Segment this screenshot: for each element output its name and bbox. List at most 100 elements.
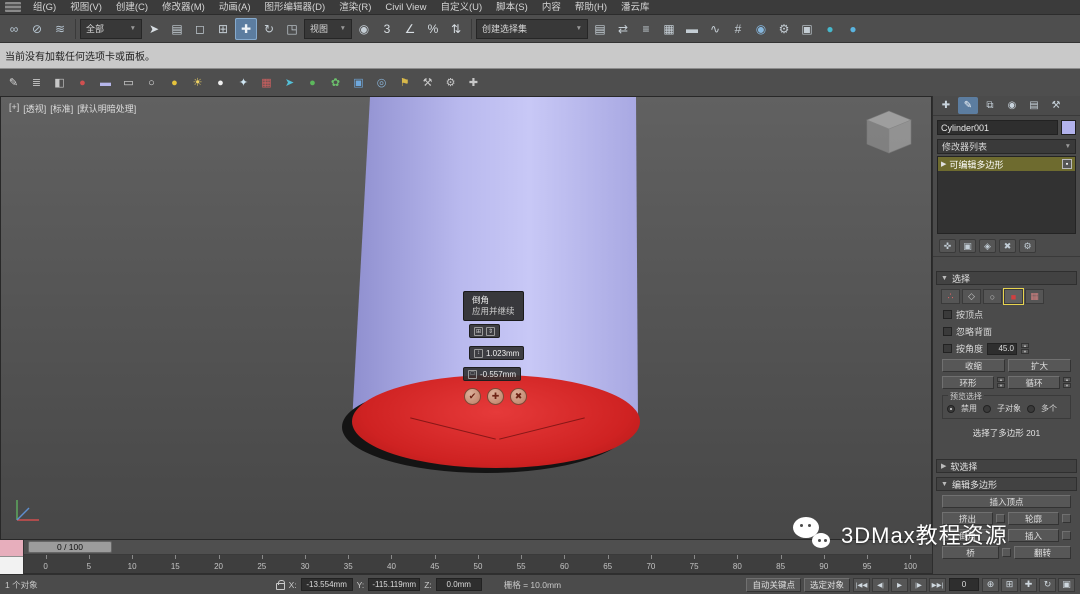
viewport-renderer-label[interactable]: [标准] xyxy=(50,102,73,115)
maximize-viewport-icon[interactable]: ▣ xyxy=(1058,578,1075,592)
ribbon-toggle-icon[interactable]: ▬ xyxy=(681,18,703,40)
by-vertex-checkbox[interactable] xyxy=(943,310,952,319)
inset-settings-button[interactable] xyxy=(1062,531,1071,540)
render-iterative-icon[interactable]: ● xyxy=(842,18,864,40)
menu-item[interactable]: 脚本(S) xyxy=(489,0,535,15)
selection-lock-icon[interactable] xyxy=(276,583,285,590)
tab-create[interactable]: ✚ xyxy=(936,97,956,114)
timeline-tick[interactable]: 0 xyxy=(24,555,67,573)
reference-coordinate-dropdown[interactable]: 视图▼ xyxy=(304,19,352,39)
angle-value-field[interactable]: 45.0 xyxy=(987,343,1017,355)
preview-disable-radio[interactable] xyxy=(947,405,955,413)
menu-item[interactable]: 修改器(M) xyxy=(155,0,212,15)
border-subobject-icon[interactable]: ○ xyxy=(983,289,1002,304)
menu-item[interactable]: 帮助(H) xyxy=(568,0,614,15)
menu-item[interactable]: 自定义(U) xyxy=(433,0,489,15)
percent-snap-icon[interactable]: % xyxy=(422,18,444,40)
mini-listener-macro-row[interactable] xyxy=(0,540,23,557)
angle-snap-icon[interactable]: ∠ xyxy=(399,18,421,40)
timeline-tick[interactable]: 100 xyxy=(889,555,932,573)
gear-icon[interactable]: ⚙ xyxy=(440,72,461,93)
make-unique-icon[interactable]: ◈ xyxy=(979,239,996,253)
object-name-field[interactable]: Cylinder001 xyxy=(937,120,1058,135)
window-crossing-icon[interactable]: ⊞ xyxy=(212,18,234,40)
current-frame-field[interactable]: 0 xyxy=(949,578,979,591)
timeline-tick[interactable]: 15 xyxy=(154,555,197,573)
bevel-type-control[interactable]: ⊞ ⇕ xyxy=(469,324,500,338)
viewport-menu-button[interactable]: [+] xyxy=(9,102,19,115)
render-production-icon[interactable]: ● xyxy=(819,18,841,40)
timeline-tick[interactable]: 55 xyxy=(500,555,543,573)
edge-subobject-icon[interactable]: ◇ xyxy=(962,289,981,304)
maxscript-mini-listener[interactable] xyxy=(0,540,24,574)
timeline-tick[interactable]: 75 xyxy=(673,555,716,573)
tab-modify[interactable]: ✎ xyxy=(958,97,978,114)
mirror-icon[interactable]: ⇄ xyxy=(612,18,634,40)
vertex-subobject-icon[interactable]: ∴ xyxy=(941,289,960,304)
timeline-tick[interactable]: 90 xyxy=(802,555,845,573)
menu-item[interactable]: 潘云库 xyxy=(614,0,657,15)
tab-display[interactable]: ▤ xyxy=(1024,97,1044,114)
remove-modifier-icon[interactable]: ✖ xyxy=(999,239,1016,253)
timeline-tick[interactable]: 10 xyxy=(110,555,153,573)
half-square-icon[interactable]: ◧ xyxy=(49,72,70,93)
viewport-canvas[interactable]: [+] [透视] [标准] [默认明暗处理] 倒角 应用并继续 ⊞ ⇕ ↕ 1.… xyxy=(0,96,932,540)
ignore-backfacing-checkbox[interactable] xyxy=(943,327,952,336)
select-object-icon[interactable]: ➤ xyxy=(143,18,165,40)
soft-selection-rollout-header[interactable]: ▶ 软选择 xyxy=(936,459,1077,473)
timeline-tick[interactable]: 45 xyxy=(413,555,456,573)
box-blue-icon[interactable]: ▣ xyxy=(348,72,369,93)
timeline-tick[interactable]: 20 xyxy=(197,555,240,573)
ring-button[interactable]: 环形 xyxy=(942,376,994,389)
play-button[interactable]: ▶ xyxy=(891,578,908,592)
arrow-teal-icon[interactable]: ➤ xyxy=(279,72,300,93)
modifier-list-dropdown[interactable]: 修改器列表 ▼ xyxy=(937,139,1076,154)
timeline-tick[interactable]: 50 xyxy=(456,555,499,573)
caddy-cancel-button[interactable]: ✖ xyxy=(510,388,527,405)
flip-button[interactable]: 翻转 xyxy=(1014,546,1071,559)
selection-filter-dropdown[interactable]: 全部▼ xyxy=(80,19,142,39)
timeline-tick[interactable]: 85 xyxy=(759,555,802,573)
outline-settings-button[interactable] xyxy=(1062,514,1071,523)
edit-polygons-rollout-header[interactable]: ▼ 编辑多边形 xyxy=(936,477,1077,491)
timeline-tick[interactable]: 70 xyxy=(629,555,672,573)
element-subobject-icon[interactable]: ▦ xyxy=(1025,289,1044,304)
x-coordinate-field[interactable]: -13.554mm xyxy=(301,578,353,591)
tab-utilities[interactable]: ⚒ xyxy=(1046,97,1066,114)
y-coordinate-field[interactable]: -115.119mm xyxy=(368,578,420,591)
preview-multiple-radio[interactable] xyxy=(1027,405,1035,413)
zoom-icon[interactable]: ⊕ xyxy=(982,578,999,592)
menu-item[interactable]: 动画(A) xyxy=(212,0,258,15)
rendered-frame-icon[interactable]: ▣ xyxy=(796,18,818,40)
plus-icon[interactable]: ✚ xyxy=(463,72,484,93)
by-angle-checkbox[interactable] xyxy=(943,344,952,353)
track-bar[interactable]: 0510152025303540455055606570758085909510… xyxy=(24,555,932,574)
stack-item-editable-poly[interactable]: ▶ 可编辑多边形 ▪ xyxy=(938,157,1075,171)
polygon-subobject-icon[interactable]: ■ xyxy=(1004,289,1023,304)
bevel-outline-field[interactable]: □ -0.557mm xyxy=(463,367,521,381)
menu-item[interactable]: 视图(V) xyxy=(63,0,109,15)
circle-icon[interactable]: ○ xyxy=(141,72,162,93)
ring-spinner[interactable] xyxy=(997,377,1005,388)
grow-button[interactable]: 扩大 xyxy=(1008,359,1071,372)
layer-explorer-icon[interactable]: ▦ xyxy=(658,18,680,40)
timeline-tick[interactable]: 60 xyxy=(543,555,586,573)
named-selection-set-dropdown[interactable]: 创建选择集▼ xyxy=(476,19,588,39)
sphere-yellow-icon[interactable]: ● xyxy=(164,72,185,93)
align-icon[interactable]: ≡ xyxy=(635,18,657,40)
viewport-view-label[interactable]: [透视] xyxy=(23,102,46,115)
menu-item[interactable]: 渲染(R) xyxy=(332,0,378,15)
expand-arrow-icon[interactable]: ▶ xyxy=(941,160,946,168)
app-menu-icon[interactable] xyxy=(5,2,21,12)
spinner-snap-icon[interactable]: ⇅ xyxy=(445,18,467,40)
configure-modifier-sets-icon[interactable]: ⚙ xyxy=(1019,239,1036,253)
menu-item[interactable]: 组(G) xyxy=(26,0,63,15)
schematic-view-icon[interactable]: # xyxy=(727,18,749,40)
bind-to-spacewarp-icon[interactable]: ≋ xyxy=(49,18,71,40)
object-color-swatch[interactable] xyxy=(1061,120,1076,135)
go-to-end-button[interactable]: ▶▶| xyxy=(929,578,946,592)
preview-subobject-radio[interactable] xyxy=(983,405,991,413)
orbit-icon[interactable]: ↻ xyxy=(1039,578,1056,592)
material-editor-icon[interactable]: ◉ xyxy=(750,18,772,40)
pan-icon[interactable]: ✚ xyxy=(1020,578,1037,592)
